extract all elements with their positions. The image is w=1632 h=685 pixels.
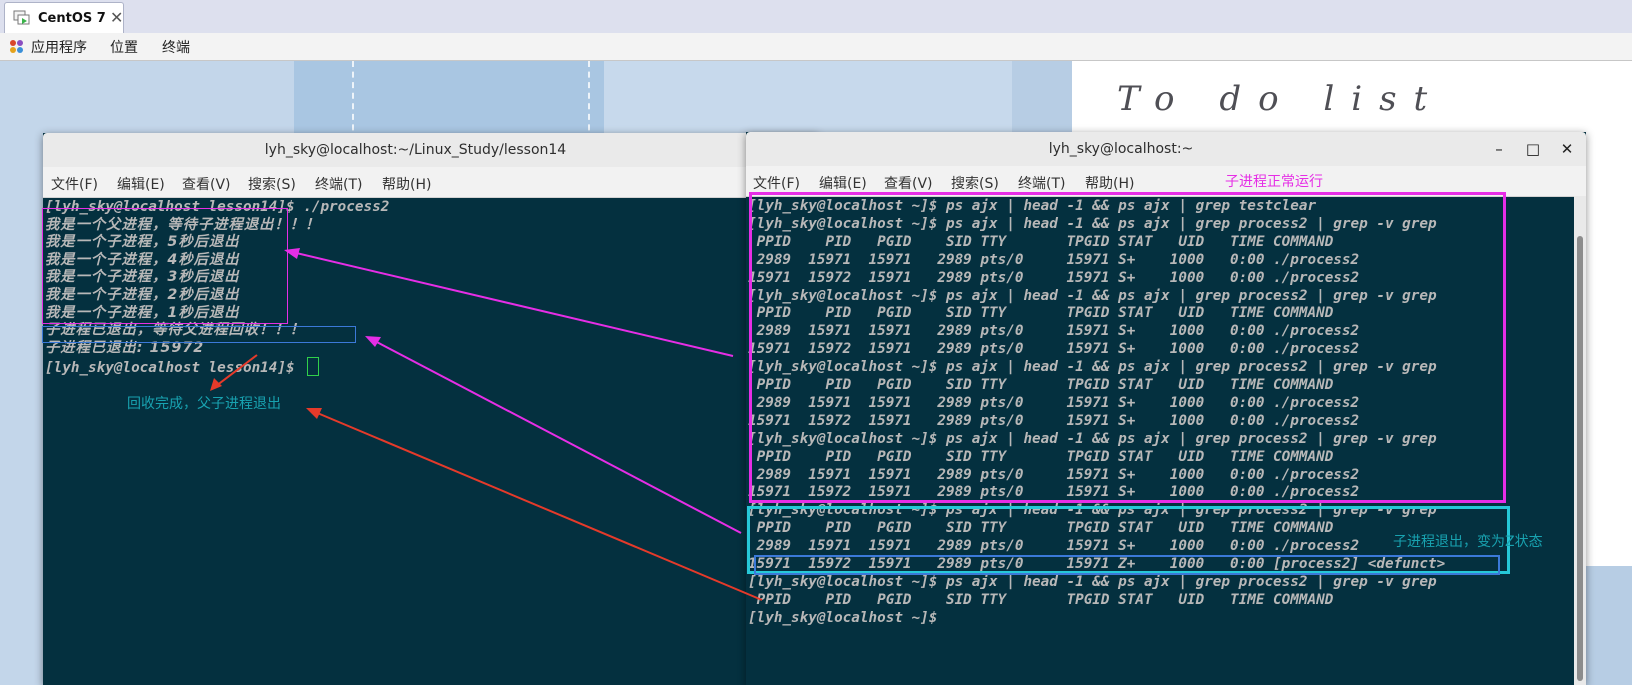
terminal-menu-bar: 文件(F) 编辑(E) 查看(V) 搜索(S) 终端(T) 帮助(H) (43, 167, 818, 198)
menu-edit[interactable]: 编辑(E) (117, 174, 165, 194)
menu-applications[interactable]: 应用程序 (31, 37, 87, 57)
annotation-child-zombie: 子进程退出，变为Z状态 (1393, 534, 1543, 550)
menu-terminal[interactable]: 终端(T) (315, 174, 362, 194)
menu-places[interactable]: 位置 (110, 37, 138, 57)
todo-title: To do list (1117, 79, 1445, 119)
terminal-line: PPID PID PGID SID TTY TPGID STAT UID TIM… (748, 591, 1334, 608)
vm-tab-title: CentOS 7 (38, 11, 106, 26)
desktop-dashed-line (588, 61, 590, 141)
menu-view[interactable]: 查看(V) (884, 173, 933, 193)
menu-terminal[interactable]: 终端 (162, 37, 190, 57)
window-title: lyh_sky@localhost:~/Linux_Study/lesson14 (264, 142, 567, 158)
title-bar[interactable]: lyh_sky@localhost:~/Linux_Study/lesson14 (43, 133, 818, 168)
gnome-top-bar: 应用程序 位置 终端 (0, 33, 1632, 61)
menu-search[interactable]: 搜索(S) (248, 174, 296, 194)
menu-help[interactable]: 帮助(H) (382, 174, 431, 194)
menu-search[interactable]: 搜索(S) (951, 173, 999, 193)
terminal-prompt-line: [lyh_sky@localhost lesson14]$ (45, 357, 320, 378)
vm-tab-bar: CentOS 7 ✕ (0, 0, 1632, 34)
applications-icon (10, 40, 23, 53)
terminal-scrollbar[interactable] (1574, 196, 1586, 685)
annotation-box-running (749, 192, 1506, 503)
close-button[interactable]: ✕ (1558, 140, 1576, 158)
close-icon[interactable]: ✕ (110, 8, 123, 27)
menu-terminal[interactable]: 终端(T) (1018, 173, 1065, 193)
terminal-cursor (307, 357, 320, 377)
menu-view[interactable]: 查看(V) (182, 174, 231, 194)
annotation-box-child-countdown (42, 208, 288, 324)
terminal-line: [lyh_sky@localhost ~]$ (748, 609, 946, 626)
annotation-box-child-exited (42, 326, 356, 343)
menu-edit[interactable]: 编辑(E) (819, 173, 867, 193)
annotation-reaped: 回收完成，父子进程退出 (127, 396, 281, 412)
menu-file[interactable]: 文件(F) (51, 174, 98, 194)
annotation-child-running: 子进程正常运行 (1225, 174, 1323, 190)
menu-help[interactable]: 帮助(H) (1085, 173, 1134, 193)
vm-icon (13, 10, 30, 25)
window-title: lyh_sky@localhost:~ (1048, 141, 1194, 157)
desktop-dashed-line (352, 61, 354, 141)
minimize-button[interactable]: – (1490, 140, 1508, 158)
vm-tab-centos7[interactable]: CentOS 7 ✕ (4, 2, 124, 33)
maximize-button[interactable]: □ (1524, 140, 1542, 158)
scrollbar-thumb[interactable] (1577, 236, 1583, 681)
terminal-line: [lyh_sky@localhost ~]$ ps ajx | head -1 … (748, 573, 1437, 590)
title-bar[interactable]: lyh_sky@localhost:~ – □ ✕ (746, 132, 1586, 167)
menu-file[interactable]: 文件(F) (753, 173, 800, 193)
annotation-box-defunct-row (754, 555, 1500, 575)
prompt-text: [lyh_sky@localhost lesson14]$ (45, 360, 304, 377)
